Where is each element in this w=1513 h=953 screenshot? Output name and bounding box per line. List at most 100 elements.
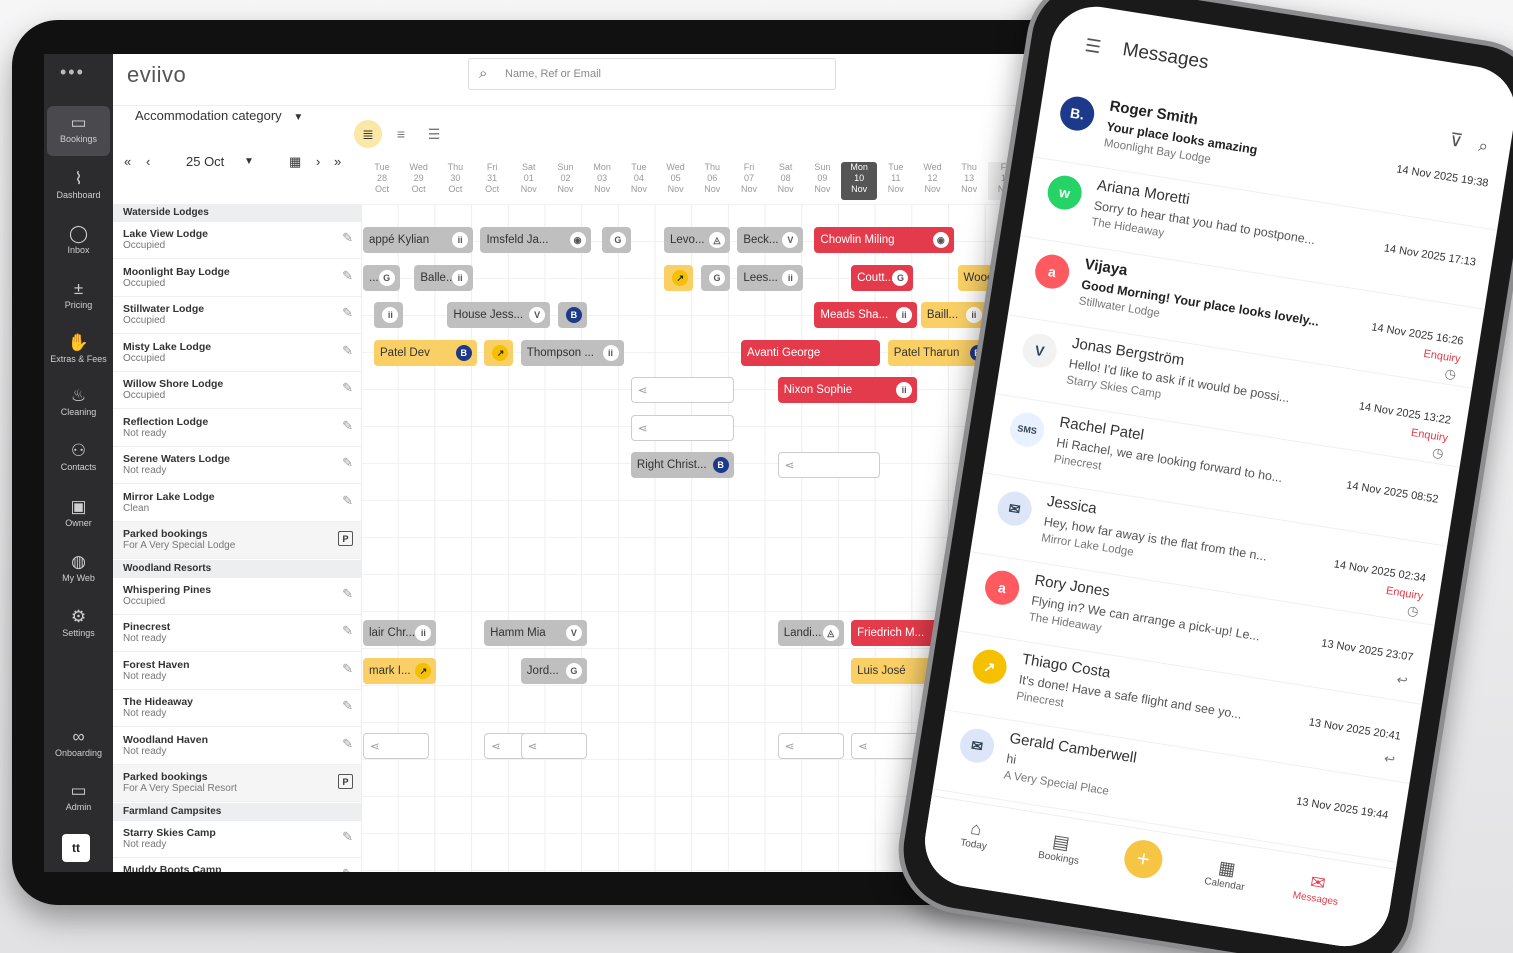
cleaning-status-icon[interactable]: ✎ [342, 698, 353, 714]
wide-view-icon[interactable]: ☰ [420, 120, 448, 148]
booking-bar[interactable]: Balle... ii [414, 264, 474, 291]
nav-calendar[interactable]: ▦ Calendar [1189, 852, 1263, 896]
property-row[interactable]: Whispering Pines Occupied ✎ [113, 578, 361, 615]
sidebar-item-owner[interactable]: ▣ Owner [44, 490, 113, 540]
sidebar-item-cleaning[interactable]: ♨ Cleaning [44, 379, 113, 429]
booking-bar[interactable]: Thompson ... ii [520, 339, 624, 366]
property-row[interactable]: Reflection Lodge Not ready ✎ [113, 410, 361, 447]
nav-today[interactable]: ⌂ Today [938, 812, 1012, 856]
date-column-header[interactable]: Thu 30 Oct [437, 162, 473, 200]
date-column-header[interactable]: Thu 13 Nov [951, 162, 987, 200]
double-chevron-left-icon[interactable]: « [124, 154, 131, 169]
sidebar-item-inbox[interactable]: ◯ Inbox [44, 217, 113, 267]
cleaning-status-icon[interactable]: ✎ [342, 343, 353, 359]
booking-bar[interactable]: Nixon Sophie ii [777, 377, 918, 403]
cleaning-status-icon[interactable]: ✎ [342, 866, 353, 872]
date-column-header[interactable]: Tue 11 Nov [878, 162, 914, 200]
booking-bar[interactable]: G [601, 227, 631, 253]
property-row[interactable]: Woodland Haven Not ready ✎ [113, 728, 361, 765]
cleaning-status-icon[interactable]: ✎ [342, 268, 353, 284]
cleaning-status-icon[interactable]: ✎ [342, 586, 353, 602]
booking-bar[interactable]: Chowlin Miling ◉ [814, 227, 954, 253]
property-group-header[interactable]: Waterside Lodges [113, 204, 361, 222]
sidebar-item-bookings[interactable]: ▭ Bookings [47, 106, 110, 156]
share-slot[interactable]: ⋖ [630, 377, 734, 403]
booking-bar[interactable]: Hamm Mia V [484, 620, 587, 646]
cleaning-status-icon[interactable]: ✎ [342, 623, 353, 639]
booking-bar[interactable]: Meads Sha... ii [814, 302, 918, 328]
booking-bar[interactable]: appé Kylian ii [363, 227, 474, 253]
chevron-left-icon[interactable]: ‹ [146, 154, 150, 169]
booking-bar[interactable]: ↗ [663, 264, 694, 291]
property-row[interactable]: Serene Waters Lodge Not ready ✎ [113, 447, 361, 484]
add-button[interactable]: + [1121, 837, 1166, 881]
booking-bar[interactable]: House Jess... V [447, 302, 551, 328]
sidebar-item-onboarding[interactable]: ∞ Onboarding [44, 720, 113, 770]
sidebar-item-pricing[interactable]: ± Pricing [44, 272, 113, 322]
booking-bar[interactable]: Imsfeld Ja... ◉ [480, 227, 591, 253]
cleaning-status-icon[interactable]: ✎ [342, 230, 353, 246]
share-slot[interactable]: ⋖ [777, 452, 881, 478]
eviivo-logo[interactable]: eviivo [127, 62, 186, 88]
cleaning-status-icon[interactable]: ✎ [342, 493, 353, 509]
booking-bar[interactable]: Right Christ... B [630, 452, 734, 478]
compact-view-icon[interactable]: ≣ [354, 120, 382, 148]
current-date[interactable]: 25 Oct [186, 154, 224, 169]
nav-messages[interactable]: ✉ Messages [1280, 866, 1354, 910]
property-group-header[interactable]: Woodland Resorts [113, 559, 361, 578]
booking-bar[interactable]: Jord... G [520, 657, 587, 684]
booking-bar[interactable]: B [557, 302, 587, 328]
booking-bar[interactable]: lair Chr... ii [363, 620, 437, 646]
sidebar-item-my-web[interactable]: ◍ My Web [44, 545, 113, 595]
cleaning-status-icon[interactable]: ✎ [342, 380, 353, 396]
property-row[interactable]: Pinecrest Not ready ✎ [113, 615, 361, 652]
property-row[interactable]: Misty Lake Lodge Occupied ✎ [113, 335, 361, 372]
date-column-header[interactable]: Tue 04 Nov [621, 162, 657, 200]
share-slot[interactable]: ⋖ [520, 732, 587, 759]
chevron-down-icon[interactable]: ▼ [244, 156, 254, 167]
cleaning-status-icon[interactable]: ✎ [342, 455, 353, 471]
share-slot[interactable]: ⋖ [777, 732, 844, 759]
booking-bar[interactable]: Levo... ◬ [663, 227, 730, 253]
property-group-header[interactable]: Farmland Campsites [113, 802, 361, 821]
double-chevron-right-icon[interactable]: » [334, 154, 341, 169]
date-column-header[interactable]: Fri 31 Oct [474, 162, 510, 200]
date-column-header[interactable]: Sat 08 Nov [768, 162, 804, 200]
sidebar-item-contacts[interactable]: ⚇ Contacts [44, 434, 113, 484]
category-select[interactable]: Accommodation category ▼ [135, 108, 303, 123]
cleaning-status-icon[interactable]: ✎ [342, 829, 353, 845]
booking-bar[interactable]: ... G [363, 264, 400, 291]
search-input[interactable]: ⌕ Name, Ref or Email [468, 58, 836, 90]
hamburger-icon[interactable]: ☰ [1083, 35, 1102, 58]
cleaning-status-icon[interactable]: ✎ [342, 305, 353, 321]
date-column-header[interactable]: Wed 05 Nov [658, 162, 694, 200]
booking-bar[interactable]: ii [374, 302, 404, 328]
date-column-header[interactable]: Sat 01 Nov [511, 162, 547, 200]
property-row[interactable]: Muddy Boots CampNot ready✎ [113, 858, 361, 872]
booking-bar[interactable]: Baill... ii [920, 302, 987, 328]
sidebar-item-dashboard[interactable]: ⌇ Dashboard [44, 162, 113, 212]
sidebar-item-extras-fees[interactable]: ✋ Extras & Fees [44, 326, 113, 376]
date-column-header[interactable]: Sun 02 Nov [548, 162, 584, 200]
date-column-header[interactable]: Wed 12 Nov [915, 162, 951, 200]
property-row[interactable]: Lake View Lodge Occupied ✎ [113, 222, 361, 259]
chevron-right-icon[interactable]: › [316, 154, 320, 169]
property-row[interactable]: Moonlight Bay Lodge Occupied ✎ [113, 260, 361, 297]
user-avatar[interactable]: tt [62, 834, 90, 862]
booking-bar[interactable]: Coutt... G [851, 264, 914, 291]
booking-bar[interactable]: G [700, 264, 730, 291]
date-column-header[interactable]: Mon 10 Nov [841, 162, 878, 200]
property-row[interactable]: Starry Skies Camp Not ready ✎ [113, 821, 361, 858]
booking-bar[interactable]: Patel Dev B [374, 339, 477, 366]
sidebar-item-settings[interactable]: ⚙ Settings [44, 600, 113, 650]
date-column-header[interactable]: Sun 09 Nov [804, 162, 840, 200]
booking-bar[interactable]: mark I... ↗ [363, 657, 437, 684]
booking-bar[interactable]: Landi... ◬ [777, 620, 844, 646]
share-slot[interactable]: ⋖ [630, 414, 734, 441]
property-row[interactable]: The Hideaway Not ready ✎ [113, 690, 361, 727]
date-column-header[interactable]: Mon 03 Nov [584, 162, 620, 200]
booking-bar[interactable]: Lees... ii [737, 264, 804, 291]
cleaning-status-icon[interactable]: ✎ [342, 418, 353, 434]
date-column-header[interactable]: Fri 07 Nov [731, 162, 767, 200]
property-row[interactable]: Willow Shore Lodge Occupied ✎ [113, 372, 361, 409]
